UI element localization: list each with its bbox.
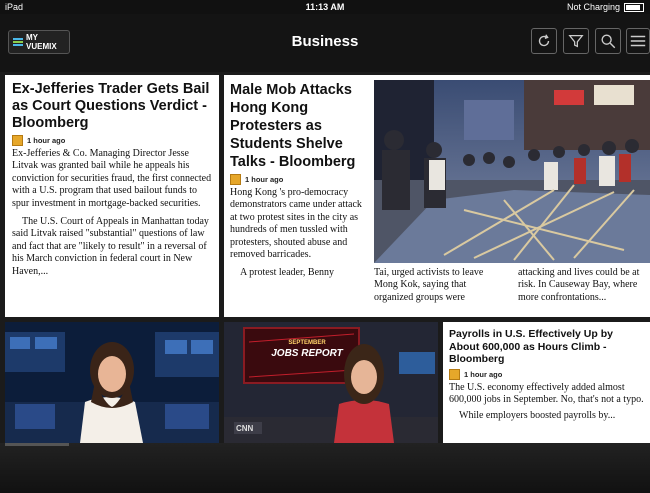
article-meta: 1 hour ago [12, 135, 212, 146]
refresh-button[interactable] [531, 28, 557, 54]
search-button[interactable] [595, 28, 621, 54]
nav-bar: MY VUEMIX Business [0, 14, 650, 72]
article-meta: 1 hour ago [230, 174, 370, 185]
article-paragraph: Tai, urged activists to leave Mong Kok, … [374, 267, 484, 303]
menu-button[interactable] [626, 28, 650, 54]
source-icon [449, 368, 460, 380]
banner-subtitle: SEPTEMBER [288, 340, 326, 346]
source-icon [12, 135, 23, 146]
battery-label: Not Charging [566, 2, 620, 12]
scroll-indicator [5, 443, 69, 446]
article-title: Ex-Jefferies Trader Gets Bail as Court Q… [12, 81, 210, 131]
filter-button[interactable] [563, 28, 589, 54]
article-paragraph: The U.S. economy effectively added almos… [449, 381, 644, 405]
battery-status: Not Charging [567, 0, 644, 14]
article-left-column: Male Mob Attacks Hong Kong Protesters as… [230, 81, 370, 280]
banner-title: JOBS REPORT [271, 348, 343, 359]
article-paragraph: attacking and lives could be at risk. In… [518, 267, 640, 303]
article-column-2: Tai, urged activists to leave Mong Kok, … [374, 267, 506, 304]
article-meta: 1 hour ago [449, 368, 644, 380]
video-tile-anchor[interactable] [5, 322, 219, 443]
search-icon [601, 34, 616, 49]
source-icon [230, 174, 241, 185]
article-paragraph: While employers boosted payrolls by... [459, 410, 616, 422]
bottom-bar [0, 443, 650, 493]
protest-photo [374, 80, 650, 263]
article-paragraph: The U.S. Court of Appeals in Manhattan t… [12, 216, 209, 277]
refresh-icon [538, 34, 550, 47]
article-card-payrolls[interactable]: Payrolls in U.S. Effectively Up by About… [443, 322, 650, 443]
article-paragraph: Ex-Jefferies & Co. Managing Director Jes… [12, 148, 212, 209]
article-title: Payrolls in U.S. Effectively Up by About… [449, 328, 613, 365]
video-tile-jobs-report[interactable]: SEPTEMBER JOBS REPORT CNN [224, 322, 438, 443]
article-time: 1 hour ago [245, 175, 284, 184]
article-paragraph: A protest leader, Benny [240, 267, 335, 279]
article-time: 1 hour ago [464, 369, 503, 379]
article-card-hong-kong[interactable]: Male Mob Attacks Hong Kong Protesters as… [224, 75, 650, 317]
article-title: Male Mob Attacks Hong Kong Protesters as… [230, 82, 356, 170]
filter-icon [568, 34, 584, 48]
article-paragraph: Hong Kong 's pro-democracy demonstrators… [230, 187, 362, 261]
battery-icon [624, 2, 644, 12]
article-time: 1 hour ago [27, 136, 66, 145]
menu-icon [630, 35, 646, 47]
article-column-3: attacking and lives could be at risk. In… [518, 267, 648, 304]
status-bar: iPad 11:13 AM Not Charging [0, 0, 650, 14]
cnn-logo: CNN [236, 424, 254, 433]
article-card-jefferies[interactable]: Ex-Jefferies Trader Gets Bail as Court Q… [5, 75, 219, 317]
clock: 11:13 AM [305, 2, 345, 12]
